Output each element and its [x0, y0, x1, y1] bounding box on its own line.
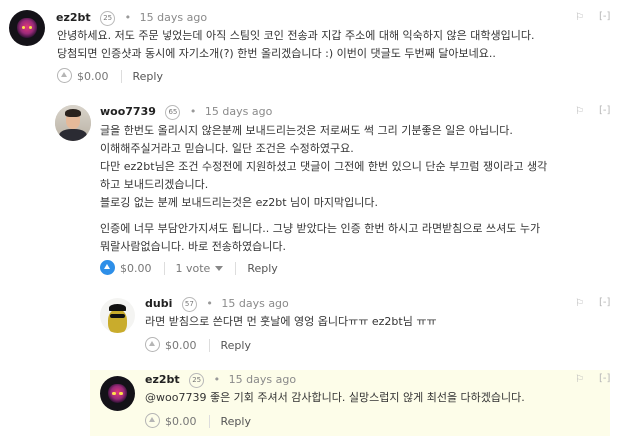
collapse-button[interactable]: [-]: [599, 373, 610, 384]
divider: [208, 339, 210, 352]
collapse-button[interactable]: [-]: [599, 297, 610, 308]
comment-line: 글을 한번도 올리시지 않은분께 보내드리는것은 저로써도 썩 그리 기분좋은 …: [100, 124, 513, 137]
comment-line: @woo7739 좋은 기회 주셔서 감사합니다. 실망스럽지 않게 최선을 다…: [145, 391, 525, 404]
comment-line: 안녕하세요. 저도 주문 넣었는데 아직 스팀잇 코인 전송과 지갑 주소에 대…: [57, 29, 535, 42]
comment-actions: $0.00 Reply: [145, 413, 251, 429]
avatar[interactable]: [100, 298, 135, 333]
reputation-badge: 25: [189, 373, 205, 388]
separator-dot: •: [206, 297, 213, 310]
avatar[interactable]: [100, 376, 135, 411]
comment-line: 다만 ez2bt님은 조건 수정전에 지원하셨고 댓글이 그전에 한번 있으니 …: [100, 160, 548, 173]
comment-header: ez2bt 25 • 15 days ago: [145, 372, 296, 388]
reputation-badge: 57: [181, 297, 197, 312]
comment-line: 뭐랄사람없습니다. 바로 전송하였습니다.: [100, 240, 287, 253]
author-name[interactable]: ez2bt: [145, 373, 180, 386]
comment-body: 라면 받침으로 쓴다면 먼 훗날에 영엉 옵니다ㅠㅠ ez2bt님 ㅠㅠ: [145, 313, 437, 331]
flag-icon[interactable]: ⚐: [575, 12, 584, 23]
comment-line: 블로깅 없는 분께 보내드리는것은 ez2bt 님이 마지막입니다.: [100, 196, 378, 209]
timestamp[interactable]: 15 days ago: [221, 297, 288, 310]
comment-body: @woo7739 좋은 기회 주셔서 감사합니다. 실망스럽지 않게 최선을 다…: [145, 389, 525, 407]
comment-body: 글을 한번도 올리시지 않은분께 보내드리는것은 저로써도 썩 그리 기분좋은 …: [100, 122, 547, 256]
comment-actions: $0.00 Reply: [145, 337, 251, 353]
upvote-icon[interactable]: [57, 68, 72, 83]
flag-icon[interactable]: ⚐: [575, 298, 584, 309]
divider: [208, 415, 210, 428]
payout-amount[interactable]: $0.00: [77, 70, 109, 83]
reply-button[interactable]: Reply: [221, 415, 251, 428]
avatar[interactable]: [9, 10, 45, 46]
comment-actions: $0.00 Reply: [57, 68, 163, 84]
reply-button[interactable]: Reply: [221, 339, 251, 352]
collapse-button[interactable]: [-]: [599, 105, 610, 116]
timestamp[interactable]: 15 days ago: [140, 11, 207, 24]
chevron-down-icon[interactable]: [215, 266, 224, 271]
author-name[interactable]: woo7739: [100, 105, 156, 118]
comment-line: 인증에 너무 부담안가지셔도 됩니다.. 그냥 받았다는 인증 한번 하시고 라…: [100, 222, 541, 235]
comment-line: 이해해주실거라고 믿습니다. 일단 조건은 수정하였구요.: [100, 142, 354, 155]
upvote-icon[interactable]: [145, 337, 160, 352]
comment-line: 당첨되면 인증샷과 동시에 자기소개(?) 한번 올리겠습니다 :) 이번이 댓…: [57, 47, 496, 60]
timestamp[interactable]: 15 days ago: [229, 373, 296, 386]
timestamp[interactable]: 15 days ago: [205, 105, 272, 118]
author-name[interactable]: dubi: [145, 297, 172, 310]
comment-header: woo7739 65 • 15 days ago: [100, 104, 272, 120]
author-name[interactable]: ez2bt: [56, 11, 91, 24]
comment-header: dubi 57 • 15 days ago: [145, 296, 289, 312]
reputation-badge: 25: [100, 11, 116, 26]
comment-header: ez2bt 25 • 15 days ago: [56, 10, 207, 26]
payout-amount[interactable]: $0.00: [165, 415, 197, 428]
reply-button[interactable]: Reply: [133, 70, 163, 83]
comment-line: 하고 보내드리겠습니다.: [100, 178, 209, 191]
upvote-icon[interactable]: [100, 260, 115, 275]
avatar[interactable]: [55, 105, 91, 141]
divider: [120, 70, 122, 83]
comment-body: 안녕하세요. 저도 주문 넣었는데 아직 스팀잇 코인 전송과 지갑 주소에 대…: [57, 27, 535, 63]
reputation-badge: 65: [165, 105, 181, 120]
divider: [235, 262, 237, 275]
separator-dot: •: [189, 105, 197, 118]
flag-icon[interactable]: ⚐: [575, 374, 584, 385]
separator-dot: •: [213, 373, 221, 386]
payout-amount[interactable]: $0.00: [120, 262, 152, 275]
collapse-button[interactable]: [-]: [599, 11, 610, 22]
payout-amount[interactable]: $0.00: [165, 339, 197, 352]
reply-button[interactable]: Reply: [247, 262, 277, 275]
upvote-icon[interactable]: [145, 413, 160, 428]
separator-dot: •: [124, 11, 132, 24]
comment-line: 라면 받침으로 쓴다면 먼 훗날에 영엉 옵니다ㅠㅠ ez2bt님 ㅠㅠ: [145, 315, 437, 328]
comment-actions: $0.00 1 vote Reply: [100, 260, 278, 276]
vote-count[interactable]: 1 vote: [176, 262, 211, 275]
divider: [163, 262, 165, 275]
flag-icon[interactable]: ⚐: [575, 106, 584, 117]
